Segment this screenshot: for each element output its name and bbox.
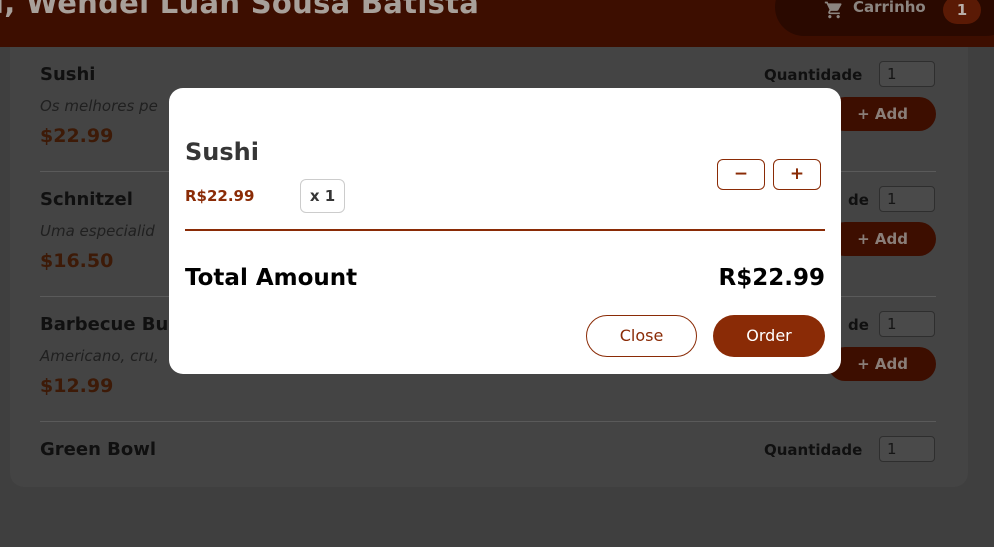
order-button[interactable]: Order — [713, 315, 825, 357]
quantity-label: de — [848, 191, 869, 209]
total-label: Total Amount — [185, 265, 358, 291]
quantity-input[interactable]: 1 — [879, 436, 935, 462]
meal-price: $16.50 — [40, 250, 114, 272]
decrease-button[interactable]: − — [717, 159, 765, 190]
cart-modal: Sushi R$22.99 x 1 − + Total Amount R$22.… — [169, 88, 841, 374]
quantity-label: Quantidade — [764, 441, 863, 459]
meal-name: Schnitzel — [40, 189, 133, 210]
cart-button[interactable]: Carrinho 1 — [775, 0, 994, 36]
total-amount: R$22.99 — [718, 265, 825, 291]
add-button[interactable]: + Add — [828, 347, 936, 381]
meal-name: Sushi — [40, 64, 96, 85]
add-button[interactable]: + Add — [828, 97, 936, 131]
increase-button[interactable]: + — [773, 159, 821, 190]
quantity-input[interactable]: 1 — [879, 311, 935, 337]
add-button[interactable]: + Add — [828, 222, 936, 256]
cart-label: Carrinho — [853, 0, 926, 16]
cart-item-name: Sushi — [185, 138, 259, 166]
meal-description: Uma especialid — [40, 222, 155, 240]
meal-item: Green Bowl Quantidade 1 — [40, 422, 946, 547]
quantity-input[interactable]: 1 — [879, 186, 935, 212]
meal-name: Barbecue Bur — [40, 314, 178, 335]
meal-price: $12.99 — [40, 375, 114, 397]
page-title: l, Wendel Luan Sousa Batista — [0, 0, 480, 20]
meal-name: Green Bowl — [40, 439, 157, 460]
cart-item-amount: x 1 — [300, 179, 345, 213]
cart-item-price: R$22.99 — [185, 187, 255, 205]
meal-description: Americano, cru, — [40, 347, 159, 365]
close-button[interactable]: Close — [586, 315, 697, 357]
app-header: l, Wendel Luan Sousa Batista Carrinho 1 — [0, 0, 994, 47]
quantity-input[interactable]: 1 — [879, 61, 935, 87]
divider — [185, 229, 825, 231]
meal-description: Os melhores pe — [40, 97, 158, 115]
quantity-label: de — [848, 316, 869, 334]
cart-icon — [824, 1, 842, 19]
meal-price: $22.99 — [40, 125, 114, 147]
quantity-label: Quantidade — [764, 66, 863, 84]
cart-count-badge: 1 — [943, 0, 981, 24]
